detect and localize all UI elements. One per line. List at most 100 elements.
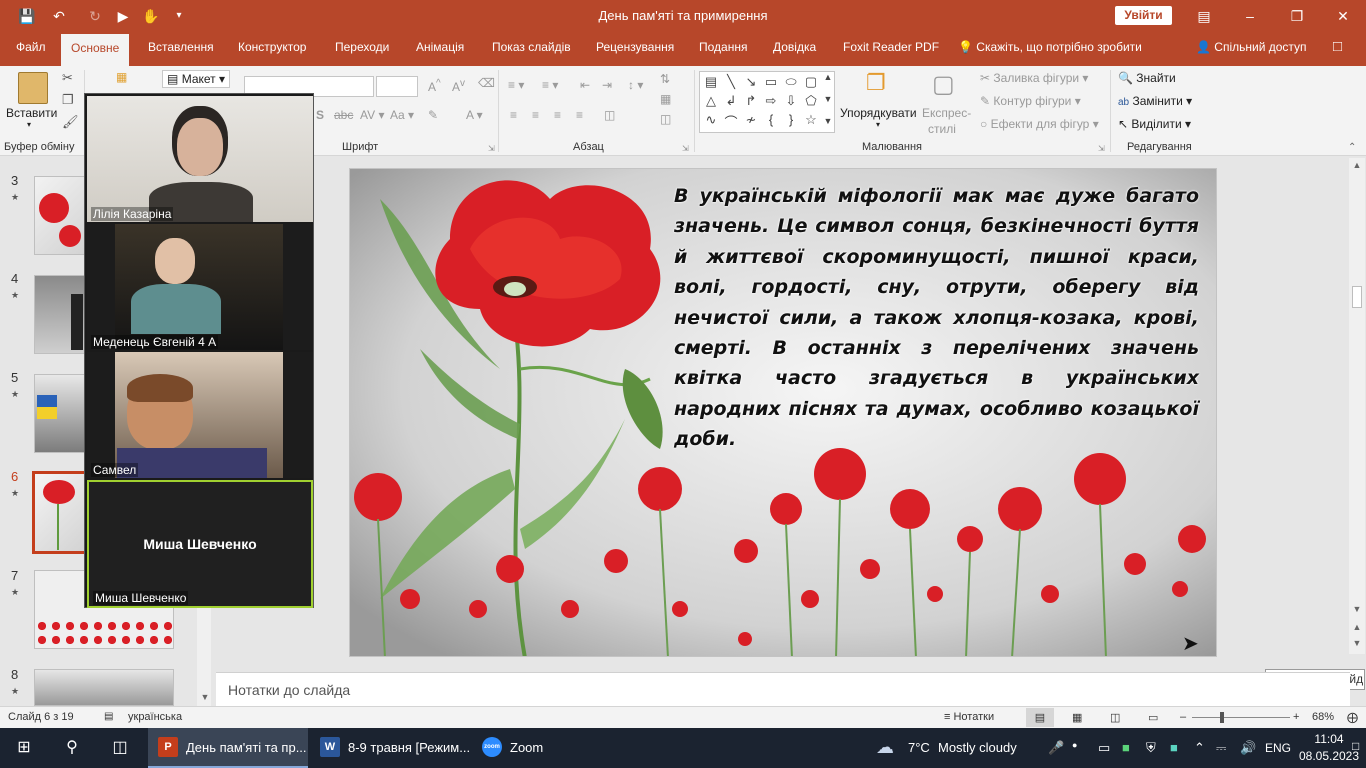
highlight-icon[interactable]: ✎: [428, 108, 438, 122]
tab-view[interactable]: Подання: [699, 40, 747, 54]
oval-shape-icon[interactable]: ⬭: [782, 74, 800, 90]
slide-canvas[interactable]: В українській міфології мак має дуже баг…: [349, 168, 1217, 657]
tab-home[interactable]: Основне: [61, 34, 130, 66]
scroll-down-arrow[interactable]: ▼: [1349, 602, 1365, 616]
weather-cloud-icon[interactable]: ☁: [876, 737, 894, 758]
volume-icon[interactable]: 🔊: [1240, 740, 1256, 756]
arrange-icon[interactable]: ❐: [866, 70, 886, 96]
triangle-shape-icon[interactable]: △: [702, 93, 720, 109]
text-direction-icon[interactable]: ⇅: [660, 72, 670, 86]
notifications-icon[interactable]: □: [1352, 739, 1359, 753]
tab-design[interactable]: Конструктор: [238, 40, 306, 54]
battery-icon[interactable]: ▭: [1098, 740, 1110, 756]
arrange-button[interactable]: Упорядкувати: [840, 106, 917, 120]
tab-review[interactable]: Рецензування: [596, 40, 674, 54]
elbow-arrow-icon[interactable]: ↱: [742, 93, 760, 109]
pentagon-shape-icon[interactable]: ⬠: [802, 93, 820, 109]
char-spacing-icon[interactable]: AV ▾: [360, 108, 384, 122]
right-brace-shape-icon[interactable]: }: [782, 112, 800, 127]
sign-in-button[interactable]: Увійти: [1115, 6, 1172, 25]
strikethrough-icon[interactable]: abc: [334, 108, 353, 122]
scroll-up-arrow[interactable]: ▲: [1349, 158, 1365, 172]
previous-slide-icon[interactable]: ▲: [1349, 620, 1365, 634]
windows-start-icon[interactable]: ⊞: [12, 736, 36, 760]
reading-view-icon[interactable]: ◫: [1110, 711, 1120, 724]
notes-pane[interactable]: Нотатки до слайда: [216, 672, 1350, 706]
tab-transitions[interactable]: Переходи: [335, 40, 389, 54]
find-button[interactable]: 🔍 Знайти: [1118, 71, 1176, 85]
line-spacing-icon[interactable]: ↕ ▾: [628, 78, 643, 92]
notes-toggle[interactable]: ≡ Нотатки: [944, 711, 994, 723]
slide-body-text[interactable]: В українській міфології мак має дуже баг…: [674, 181, 1199, 455]
zoom-in-icon[interactable]: +: [1293, 711, 1299, 723]
slide-thumbnail[interactable]: [34, 669, 174, 706]
weather-desc[interactable]: Mostly cloudy: [938, 740, 1017, 755]
left-brace-shape-icon[interactable]: {: [762, 112, 780, 127]
tab-help[interactable]: Довідка: [773, 40, 816, 54]
participant-video-tile[interactable]: Меденець Євгеній 4 А: [87, 224, 313, 350]
app-tray-icon[interactable]: ■: [1170, 740, 1178, 755]
fit-slide-icon[interactable]: ⨁: [1347, 711, 1358, 724]
minimize-button[interactable]: –: [1236, 4, 1264, 28]
change-case-icon[interactable]: Aa ▾: [390, 108, 414, 122]
shape-fill-button[interactable]: ✂ Заливка фігури ▾: [980, 71, 1088, 85]
increase-indent-icon[interactable]: ⇥: [602, 78, 612, 92]
shield-icon[interactable]: ⛨: [1146, 740, 1156, 756]
quick-styles-icon[interactable]: ▢: [932, 70, 955, 99]
quick-styles-label-2[interactable]: стилі: [928, 122, 956, 136]
slide-vertical-scrollbar[interactable]: ▲ ▼ ▲ ▼: [1349, 158, 1365, 654]
align-center-icon[interactable]: ≡: [532, 108, 539, 122]
paragraph-dialog-launcher[interactable]: ⇲: [682, 144, 689, 153]
slideshow-view-icon[interactable]: ▭: [1148, 711, 1158, 724]
share-button[interactable]: 👤 Спільний доступ: [1196, 40, 1307, 54]
normal-view-icon[interactable]: ▤: [1026, 708, 1054, 727]
layout-button[interactable]: ▤ Макет ▾: [162, 70, 231, 88]
font-color-icon[interactable]: A ▾: [466, 108, 483, 122]
decrease-font-icon[interactable]: Av: [452, 78, 465, 94]
replace-button[interactable]: ab Замінити ▾: [1118, 94, 1192, 108]
right-arrow-shape-icon[interactable]: ⇨: [762, 93, 780, 109]
cut-icon[interactable]: ✂: [62, 70, 73, 86]
copy-icon[interactable]: ❐: [62, 92, 74, 108]
maximize-button[interactable]: ❐: [1283, 4, 1311, 28]
star-shape-icon[interactable]: ☆: [802, 112, 820, 128]
shadow-icon[interactable]: S: [316, 108, 324, 122]
line-shape-icon[interactable]: ╲: [722, 74, 740, 90]
clear-format-icon[interactable]: ⌫: [478, 76, 495, 90]
align-left-icon[interactable]: ≡: [510, 108, 517, 122]
zoom-tray-icon[interactable]: ●: [1072, 740, 1077, 750]
bullets-icon[interactable]: ≡ ▾: [508, 78, 524, 92]
drawing-dialog-launcher[interactable]: ⇲: [1098, 144, 1105, 153]
input-language[interactable]: ENG: [1265, 741, 1291, 755]
paste-button[interactable]: Вставити: [6, 106, 57, 120]
spellcheck-icon[interactable]: ▤: [104, 711, 113, 722]
align-text-icon[interactable]: ▦: [660, 92, 671, 106]
rectangle-shape-icon[interactable]: ▭: [762, 74, 780, 90]
tab-animations[interactable]: Анімація: [416, 40, 464, 54]
scrollbar-thumb[interactable]: [1352, 286, 1362, 308]
network-icon[interactable]: ⎓: [1216, 740, 1226, 756]
zoom-level[interactable]: 68%: [1312, 711, 1334, 723]
search-icon[interactable]: ⚲: [60, 736, 84, 760]
participant-video-tile-active[interactable]: Миша Шевченко Миша Шевченко: [87, 480, 313, 608]
shape-effects-button[interactable]: ○ Ефекти для фігур ▾: [980, 117, 1099, 131]
quick-styles-label-1[interactable]: Експрес-: [922, 106, 971, 120]
zoom-slider-thumb[interactable]: [1220, 712, 1224, 723]
language-status[interactable]: українська: [128, 711, 182, 723]
font-dialog-launcher[interactable]: ⇲: [488, 144, 495, 153]
tab-insert[interactable]: Вставлення: [148, 40, 214, 54]
task-view-icon[interactable]: ◫: [108, 736, 132, 760]
paste-icon[interactable]: [18, 72, 48, 104]
elbow-connector-icon[interactable]: ↲: [722, 93, 740, 109]
participant-video-tile[interactable]: Лілія Казаріна: [87, 96, 313, 222]
tab-foxit[interactable]: Foxit Reader PDF: [843, 40, 939, 54]
align-right-icon[interactable]: ≡: [554, 108, 561, 122]
select-button[interactable]: ↖ Виділити ▾: [1118, 117, 1191, 131]
gallery-down-icon[interactable]: ▼: [821, 94, 835, 104]
rounded-rect-shape-icon[interactable]: ▢: [802, 74, 820, 90]
gallery-more-icon[interactable]: ▼: [821, 116, 835, 126]
text-box-shape-icon[interactable]: ▤: [702, 74, 720, 90]
paste-dropdown-icon[interactable]: ▾: [27, 120, 31, 129]
taskbar-app-powerpoint[interactable]: P День пам'яті та пр...: [148, 728, 308, 768]
arrange-dropdown-icon[interactable]: ▾: [876, 120, 880, 129]
